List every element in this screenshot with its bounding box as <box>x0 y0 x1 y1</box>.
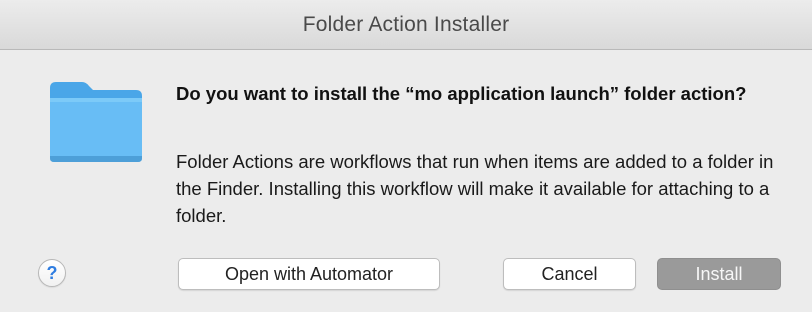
dialog-heading: Do you want to install the “mo applicati… <box>176 83 747 104</box>
open-with-automator-button[interactable]: Open with Automator <box>178 258 440 290</box>
folder-icon <box>50 82 142 162</box>
folder-action-installer-dialog: Folder Action Installer Do you want to i… <box>0 0 812 312</box>
cancel-button[interactable]: Cancel <box>503 258 636 290</box>
title-bar[interactable]: Folder Action Installer <box>0 0 812 50</box>
window-title: Folder Action Installer <box>302 12 510 36</box>
install-button[interactable]: Install <box>657 258 781 290</box>
dialog-message: Folder Actions are workflows that run wh… <box>176 151 774 226</box>
help-button[interactable]: ? <box>38 259 66 287</box>
